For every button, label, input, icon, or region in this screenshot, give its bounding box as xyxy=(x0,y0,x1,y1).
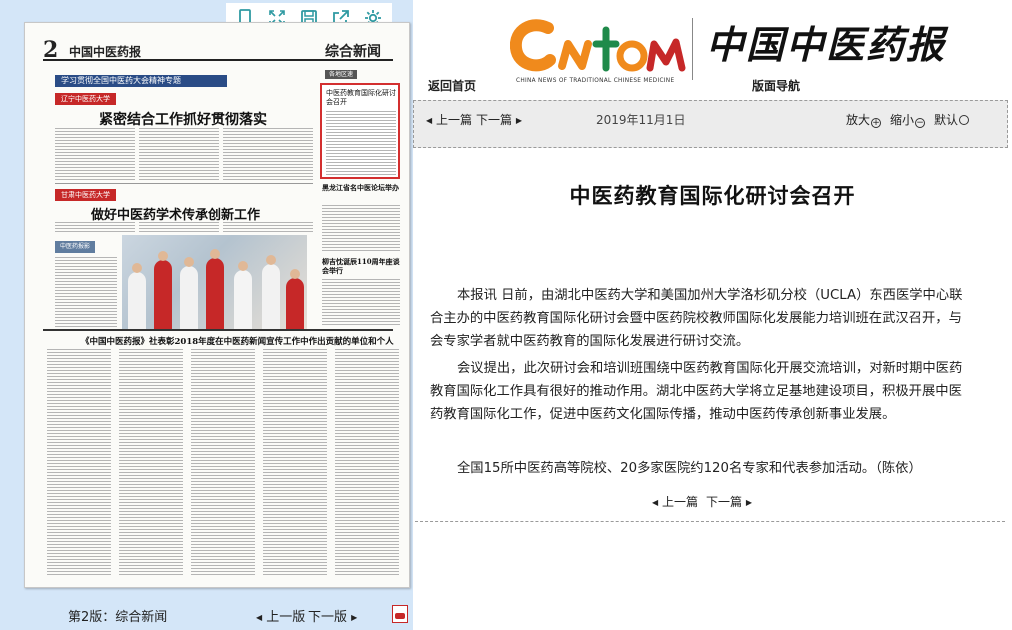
photo-side-text xyxy=(55,257,117,327)
newspaper-logo-text: 中国中医药报 xyxy=(706,22,947,67)
arrow-left-icon: ◀ xyxy=(256,613,263,622)
bottom-list-title: 《中国中医药报》社表彰2018年度在中医药新闻宣传工作中作出贡献的单位和个人 xyxy=(81,337,394,347)
highlighted-article-box[interactable]: 中医药教育国际化研讨会召开 xyxy=(320,83,400,179)
story-divider xyxy=(55,183,313,184)
story1-text-col1 xyxy=(55,128,135,180)
issue-date: 2019年11月1日 xyxy=(596,113,686,127)
next-edition-link[interactable]: 下一版 ▶ xyxy=(308,606,357,625)
honor-list-col5 xyxy=(335,349,399,577)
story1-text-col2 xyxy=(139,128,219,180)
honor-list-col4 xyxy=(263,349,327,577)
article-footer-rule xyxy=(415,521,1005,522)
section-rule xyxy=(43,329,393,331)
story2-text-col3 xyxy=(223,222,313,234)
home-link[interactable]: 返回首页 xyxy=(428,77,476,94)
story2-headline: 做好中医药学术传承创新工作 xyxy=(91,208,261,223)
newspaper-page-image[interactable]: 2 中国中医药报 综合新闻 学习贯彻全国中医药大会精神专题 辽宁中医药大学 紧密… xyxy=(24,22,410,588)
zoom-default-label: 默认 xyxy=(934,113,959,127)
prev-article-link[interactable]: ◀ 上一篇 xyxy=(426,111,472,128)
footer-next-article-link[interactable]: 下一篇 ▶ xyxy=(706,493,752,510)
honor-list-col3 xyxy=(191,349,255,577)
side-text-2 xyxy=(322,205,400,253)
footer-prev-label: 上一篇 xyxy=(661,495,698,509)
footer-prev-article-link[interactable]: ◀ 上一篇 xyxy=(652,493,698,510)
next-article-label: 下一篇 xyxy=(476,113,513,127)
zoom-out-label: 缩小 xyxy=(890,113,915,127)
layout-nav-link[interactable]: 版面导航 xyxy=(752,77,800,94)
logo-subtitle: CHINA NEWS OF TRADITIONAL CHINESE MEDICI… xyxy=(516,78,675,84)
article-paragraph: 全国15所中医药高等院校、20多家医院约120名专家和代表参加活动。（陈依） xyxy=(457,461,922,476)
next-edition-label: 下一版 xyxy=(308,610,348,625)
minus-icon: − xyxy=(915,118,926,128)
zoom-in-button[interactable]: 放大 + xyxy=(846,111,882,128)
highlighted-article-title: 中医药教育国际化研讨会召开 xyxy=(326,89,396,106)
page-footer: 第2版：综合新闻 ◀ 上一版 下一版 ▶ xyxy=(0,600,413,630)
side-headline-3: 柳吉忱诞辰110周年座谈会举行 xyxy=(322,257,400,275)
circle-icon xyxy=(959,115,970,125)
highlighted-article-text xyxy=(326,111,396,175)
arrow-right-icon: ▶ xyxy=(351,613,358,622)
prev-edition-label: 上一版 xyxy=(266,610,306,625)
zoom-default-button[interactable]: 默认 xyxy=(934,111,970,128)
side-column-label: 各地区速 xyxy=(325,70,358,79)
prev-edition-link[interactable]: ◀ 上一版 xyxy=(256,606,305,625)
article-paragraph: 本报讯 日前，由湖北中医药大学和美国加州大学洛杉矶分校（UCLA）东西医学中心联… xyxy=(430,288,963,349)
newspaper-photo xyxy=(122,235,307,330)
article-paragraph: 会议提出，此次研讨会和培训班围绕中医药教育国际化开展交流培训，对新时期中医药教育… xyxy=(430,361,963,422)
next-article-link[interactable]: 下一篇 ▶ xyxy=(476,111,522,128)
arrow-left-icon: ◀ xyxy=(426,116,433,125)
prev-article-label: 上一篇 xyxy=(435,113,472,127)
newspaper-banner: 学习贯彻全国中医药大会精神专题 xyxy=(55,75,227,87)
edition-label: 第2版：综合新闻 xyxy=(68,610,168,625)
side-text-3 xyxy=(322,279,400,327)
story2-text-col2 xyxy=(139,222,219,234)
story1-text-col3 xyxy=(223,128,313,180)
side-headline-2: 黑龙江省名中医论坛举办 xyxy=(322,183,399,192)
cntcm-logo-icon xyxy=(510,19,686,72)
zoom-out-button[interactable]: 缩小 − xyxy=(890,111,926,128)
newspaper-panel: 2 中国中医药报 综合新闻 学习贯彻全国中医药大会精神专题 辽宁中医药大学 紧密… xyxy=(0,0,413,630)
pdf-icon[interactable] xyxy=(392,605,408,623)
story1-tag: 辽宁中医药大学 xyxy=(55,93,116,105)
story2-tag: 甘肃中医药大学 xyxy=(55,189,116,201)
newspaper-section: 综合新闻 xyxy=(325,44,381,60)
honor-list-col1 xyxy=(47,349,111,577)
story1-headline: 紧密结合工作抓好贯彻落实 xyxy=(99,112,267,128)
newspaper-brand: 中国中医药报 xyxy=(69,45,142,59)
newspaper-page-number: 2 xyxy=(43,37,59,63)
article-title: 中医药教育国际化研讨会召开 xyxy=(569,184,856,208)
arrow-left-icon: ◀ xyxy=(652,498,659,507)
plus-icon: + xyxy=(871,118,882,128)
honor-list-col2 xyxy=(119,349,183,577)
story2-text-col1 xyxy=(55,222,135,234)
photo-section-pill: 中医药报影 xyxy=(55,241,96,253)
logo-divider xyxy=(692,18,693,80)
zoom-in-label: 放大 xyxy=(846,113,871,127)
arrow-right-icon: ▶ xyxy=(515,116,522,125)
footer-next-label: 下一篇 xyxy=(706,495,743,509)
arrow-right-icon: ▶ xyxy=(745,498,752,507)
